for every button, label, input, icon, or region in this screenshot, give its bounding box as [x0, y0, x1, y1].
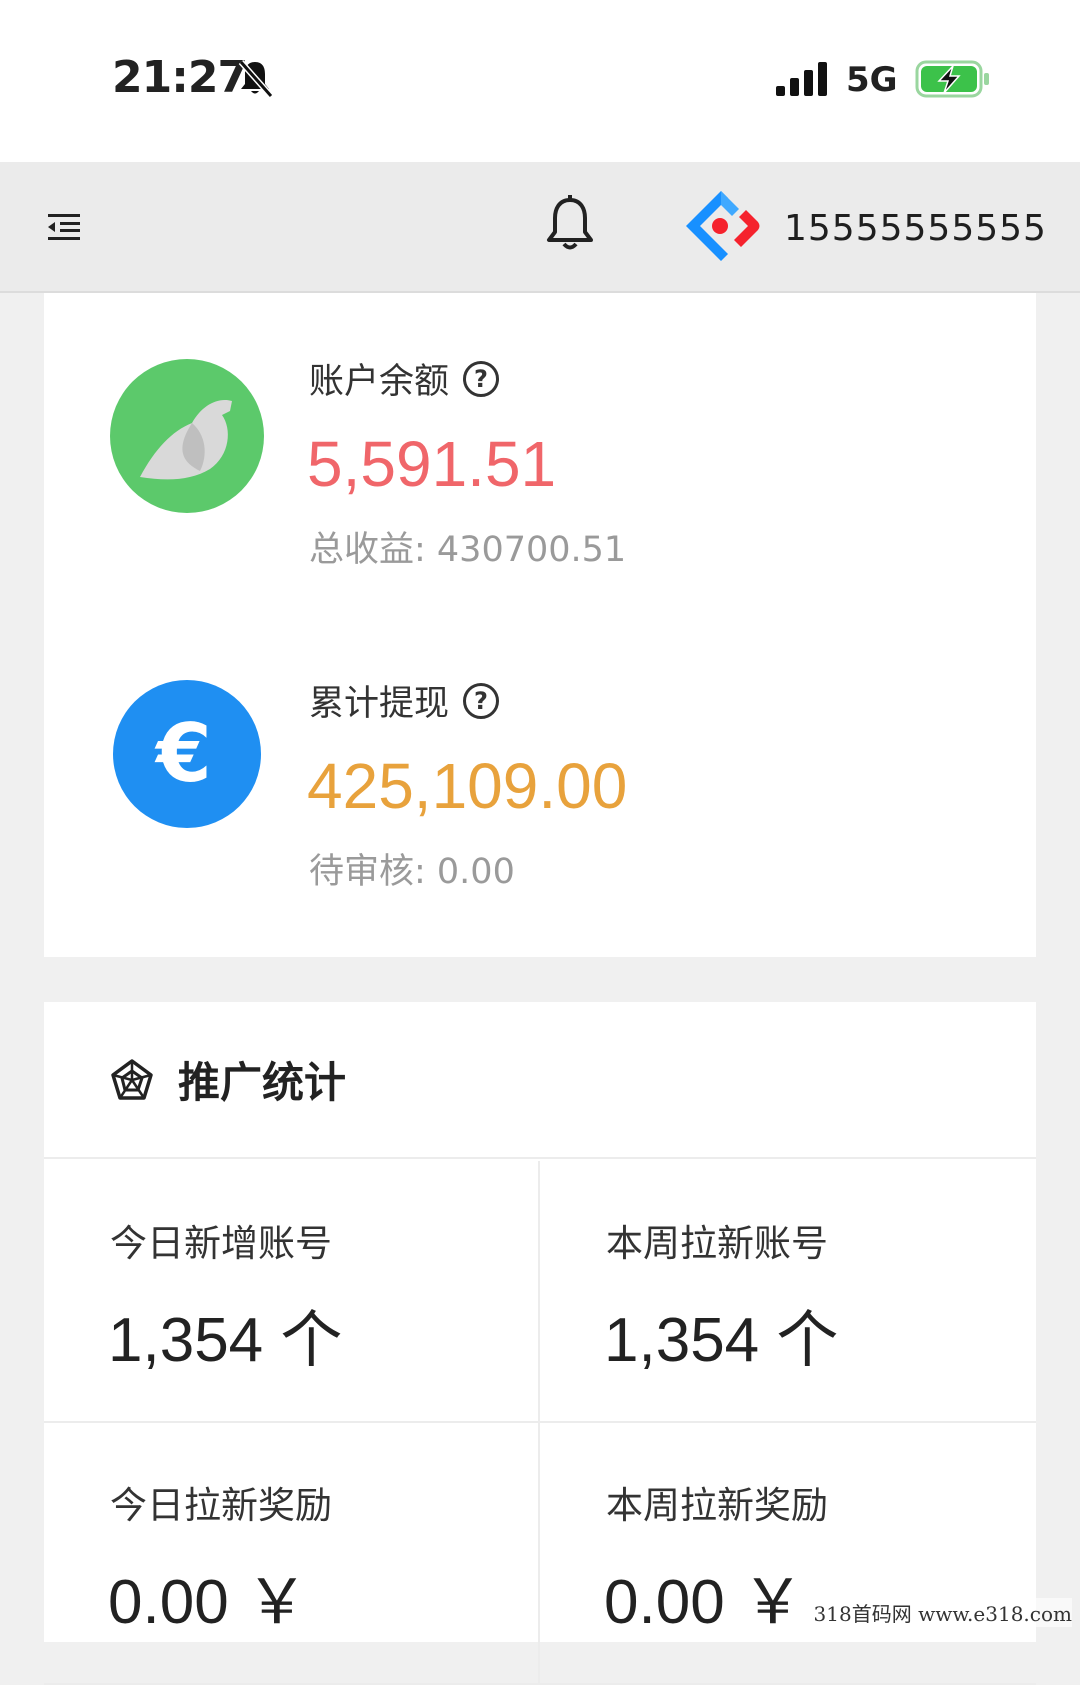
promotion-stats-card: 推广统计 今日新增账号 1,354 个 本周拉新账号 1,354 个 今日拉新奖… [44, 1002, 1036, 1642]
stat-label: 本周拉新账号 [606, 1213, 828, 1267]
stat-today-new-accounts: 今日新增账号 1,354 个 [44, 1161, 540, 1423]
app-logo-icon [680, 187, 762, 269]
stat-value: 0.00 ￥ [108, 1551, 308, 1641]
help-icon[interactable]: ? [463, 361, 499, 397]
notification-bell-icon[interactable] [544, 194, 596, 254]
withdrawn-value: 425,109.00 [307, 749, 627, 823]
user-account-button[interactable]: 15555555555 [680, 186, 1047, 270]
stat-week-new-accounts: 本周拉新账号 1,354 个 [540, 1161, 1036, 1423]
account-balance-label: 账户余额 [309, 353, 449, 404]
battery-charging-icon [915, 60, 991, 98]
pending-review: 待审核: 0.00 [309, 843, 515, 894]
withdrawn-title: 累计提现 ? [309, 675, 499, 726]
radar-chart-icon [110, 1058, 154, 1102]
account-balance-block: 账户余额 ? 5,591.51 总收益: 430700.51 [44, 293, 1036, 593]
help-icon[interactable]: ? [463, 683, 499, 719]
total-earnings: 总收益: 430700.51 [309, 521, 626, 572]
account-balance-value: 5,591.51 [307, 427, 556, 501]
status-bar: 21:27 5G [0, 0, 1080, 162]
stat-value: 1,354 个 [604, 1289, 838, 1379]
user-phone: 15555555555 [784, 208, 1047, 249]
stat-value: 0.00 ￥ [604, 1551, 804, 1641]
withdrawn-label: 累计提现 [309, 675, 449, 726]
stat-label: 本周拉新奖励 [606, 1475, 828, 1529]
promotion-stats-header: 推广统计 [44, 1002, 1036, 1159]
menu-fold-icon[interactable] [44, 206, 84, 246]
bell-mute-icon [238, 58, 272, 98]
withdrawn-block: € 累计提现 ? 425,109.00 待审核: 0.00 [44, 615, 1036, 915]
app-header: 15555555555 [0, 162, 1080, 293]
stat-label: 今日拉新奖励 [110, 1475, 332, 1529]
signal-icon [776, 62, 828, 96]
network-type: 5G [846, 60, 898, 100]
stat-label: 今日新增账号 [110, 1213, 332, 1267]
stat-today-reward: 今日拉新奖励 0.00 ￥ [44, 1423, 540, 1685]
stat-week-reward: 本周拉新奖励 0.00 ￥ [540, 1423, 1036, 1685]
account-balance-title: 账户余额 ? [309, 353, 499, 404]
watermark: 318首码网 www.e318.com [814, 1598, 1072, 1627]
status-time: 21:27 [112, 52, 247, 103]
promotion-stats-title: 推广统计 [178, 1049, 346, 1110]
balance-card: 账户余额 ? 5,591.51 总收益: 430700.51 € 累计提现 ? … [44, 293, 1036, 957]
bird-icon [110, 359, 264, 513]
stat-value: 1,354 个 [108, 1289, 342, 1379]
svg-text:€: € [154, 707, 212, 800]
euro-icon: € [110, 677, 264, 831]
